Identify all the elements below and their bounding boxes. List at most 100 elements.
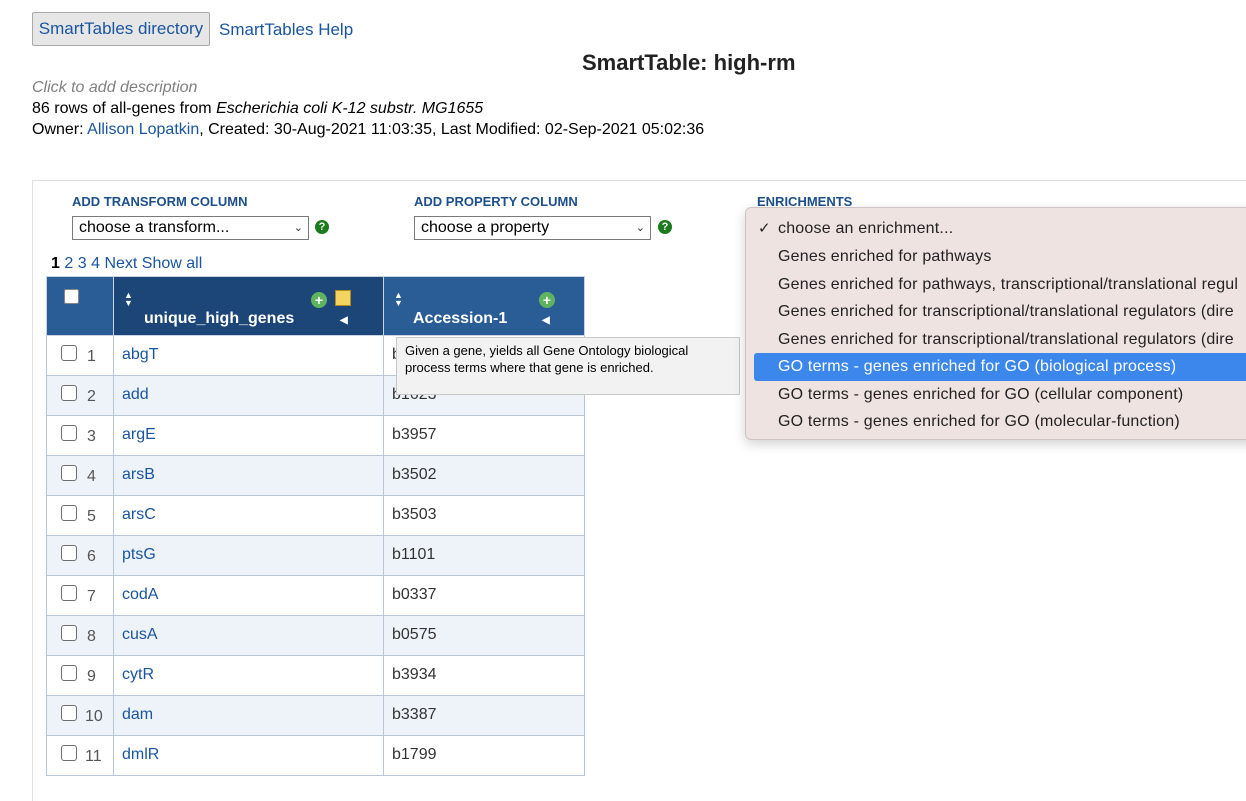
menu-item-regulators-direct[interactable]: Genes enriched for transcriptional/trans… [754, 298, 1246, 326]
column-title: unique_high_genes [144, 310, 295, 327]
menu-item-go-molecular-function[interactable]: GO terms - genes enriched for GO (molecu… [754, 408, 1246, 436]
pagination: 1 2 3 4 Next Show all [51, 255, 202, 273]
row-checkbox[interactable] [61, 425, 77, 441]
page-link[interactable]: 4 [91, 255, 100, 272]
gene-link[interactable]: dmlR [122, 746, 159, 764]
row-number: 11 [85, 748, 102, 765]
owner-link[interactable]: Allison Lopatkin [87, 121, 199, 138]
column-header-accession[interactable]: ▲ ▼ + ◀ Accession-1 [383, 276, 585, 336]
row-checkbox[interactable] [61, 505, 77, 521]
transform-select-value: choose a transform... [79, 219, 230, 236]
row-checkbox[interactable] [61, 665, 77, 681]
row-select-cell: 6 [46, 535, 114, 576]
accession-cell: b0337 [383, 575, 585, 616]
property-select[interactable]: choose a property ⌄ [414, 216, 651, 240]
row-number: 4 [87, 468, 96, 485]
gene-link[interactable]: arsB [122, 466, 155, 484]
checkmark-icon: ✓ [758, 220, 771, 237]
table-row: 11 dmlR b1799 [46, 735, 585, 776]
row-checkbox[interactable] [61, 385, 77, 401]
property-select-value: choose a property [421, 219, 550, 236]
table-row: 5 arsC b3503 [46, 495, 585, 536]
row-select-cell: 10 [46, 695, 114, 736]
gene-cell: abgT [113, 335, 384, 376]
accession-value: b3934 [392, 666, 437, 683]
menu-item-go-cellular-component[interactable]: GO terms - genes enriched for GO (cellul… [754, 381, 1246, 409]
column-header-genes[interactable]: ▲ ▼ + ◀ unique_high_genes [113, 276, 384, 336]
row-select-cell: 3 [46, 415, 114, 456]
gene-link[interactable]: cusA [122, 626, 158, 644]
gene-cell: codA [113, 575, 384, 616]
menu-item-choose-enrichment[interactable]: ✓ choose an enrichment... [754, 215, 1246, 243]
edit-icon[interactable] [335, 290, 351, 306]
gene-cell: ptsG [113, 535, 384, 576]
accession-value: b3503 [392, 506, 437, 523]
help-icon[interactable]: ? [315, 220, 329, 234]
smarttables-directory-button[interactable]: SmartTables directory [32, 12, 210, 46]
gene-cell: dmlR [113, 735, 384, 776]
gene-link[interactable]: ptsG [122, 546, 156, 564]
menu-item-label: GO terms - genes enriched for GO (molecu… [778, 413, 1180, 430]
page-link[interactable]: 3 [78, 255, 87, 272]
accession-cell: b1101 [383, 535, 585, 576]
organism-name: Escherichia coli K-12 substr. MG1655 [216, 100, 484, 117]
gene-cell: argE [113, 415, 384, 456]
row-select-cell: 4 [46, 455, 114, 496]
chevron-down-icon: ⌄ [293, 222, 303, 234]
gene-cell: arsB [113, 455, 384, 496]
collapse-left-icon[interactable]: ◀ [542, 315, 550, 326]
row-checkbox[interactable] [61, 745, 77, 761]
row-select-cell: 11 [46, 735, 114, 776]
row-checkbox[interactable] [61, 345, 77, 361]
owner-info: Owner: Allison Lopatkin, Created: 30-Aug… [32, 121, 704, 139]
menu-item-label: Genes enriched for transcriptional/trans… [778, 303, 1234, 320]
accession-cell: b3502 [383, 455, 585, 496]
gene-link[interactable]: codA [122, 586, 158, 604]
row-select-cell: 1 [46, 335, 114, 376]
menu-item-go-biological-process[interactable]: GO terms - genes enriched for GO (biolog… [754, 353, 1246, 381]
next-link[interactable]: Next [104, 255, 137, 272]
row-number: 3 [87, 428, 96, 445]
gene-cell: cytR [113, 655, 384, 696]
row-number: 1 [87, 348, 96, 365]
row-number: 8 [87, 628, 96, 645]
menu-item-regulators-direct-2[interactable]: Genes enriched for transcriptional/trans… [754, 326, 1246, 354]
row-checkbox[interactable] [61, 585, 77, 601]
row-checkbox[interactable] [61, 625, 77, 641]
row-checkbox[interactable] [61, 465, 77, 481]
menu-item-pathways-regulators[interactable]: Genes enriched for pathways, transcripti… [754, 271, 1246, 299]
property-column-label: ADD PROPERTY COLUMN [414, 194, 578, 209]
menu-item-label: GO terms - genes enriched for GO (cellul… [778, 386, 1184, 403]
gene-link[interactable]: dam [122, 706, 153, 724]
sort-icon[interactable]: ▲ ▼ [124, 291, 133, 308]
gene-link[interactable]: argE [122, 426, 156, 444]
gene-link[interactable]: abgT [122, 346, 158, 364]
table-row: 6 ptsG b1101 [46, 535, 585, 576]
help-icon[interactable]: ? [658, 220, 672, 234]
gene-link[interactable]: cytR [122, 666, 154, 684]
select-all-checkbox[interactable] [64, 289, 79, 304]
accession-cell: b0575 [383, 615, 585, 656]
row-number: 6 [87, 548, 96, 565]
gene-link[interactable]: add [122, 386, 149, 404]
add-column-icon[interactable]: + [539, 292, 555, 308]
page-link[interactable]: 2 [64, 255, 73, 272]
add-column-icon[interactable]: + [311, 292, 327, 308]
sort-icon[interactable]: ▲ ▼ [394, 291, 403, 308]
transform-select[interactable]: choose a transform... ⌄ [72, 216, 309, 240]
show-all-link[interactable]: Show all [142, 255, 202, 272]
menu-item-label: GO terms - genes enriched for GO (biolog… [778, 358, 1177, 375]
accession-value: b3387 [392, 706, 437, 723]
accession-value: b0575 [392, 626, 437, 643]
add-description-link[interactable]: Click to add description [32, 79, 197, 97]
transform-column-label: ADD TRANSFORM COLUMN [72, 194, 248, 209]
gene-link[interactable]: arsC [122, 506, 156, 524]
collapse-left-icon[interactable]: ◀ [340, 315, 348, 326]
menu-item-pathways[interactable]: Genes enriched for pathways [754, 243, 1246, 271]
column-title: Accession-1 [413, 310, 508, 327]
smarttables-help-link[interactable]: SmartTables Help [219, 20, 353, 40]
row-checkbox[interactable] [61, 545, 77, 561]
accession-cell: b3957 [383, 415, 585, 456]
row-select-cell: 7 [46, 575, 114, 616]
row-checkbox[interactable] [61, 705, 77, 721]
